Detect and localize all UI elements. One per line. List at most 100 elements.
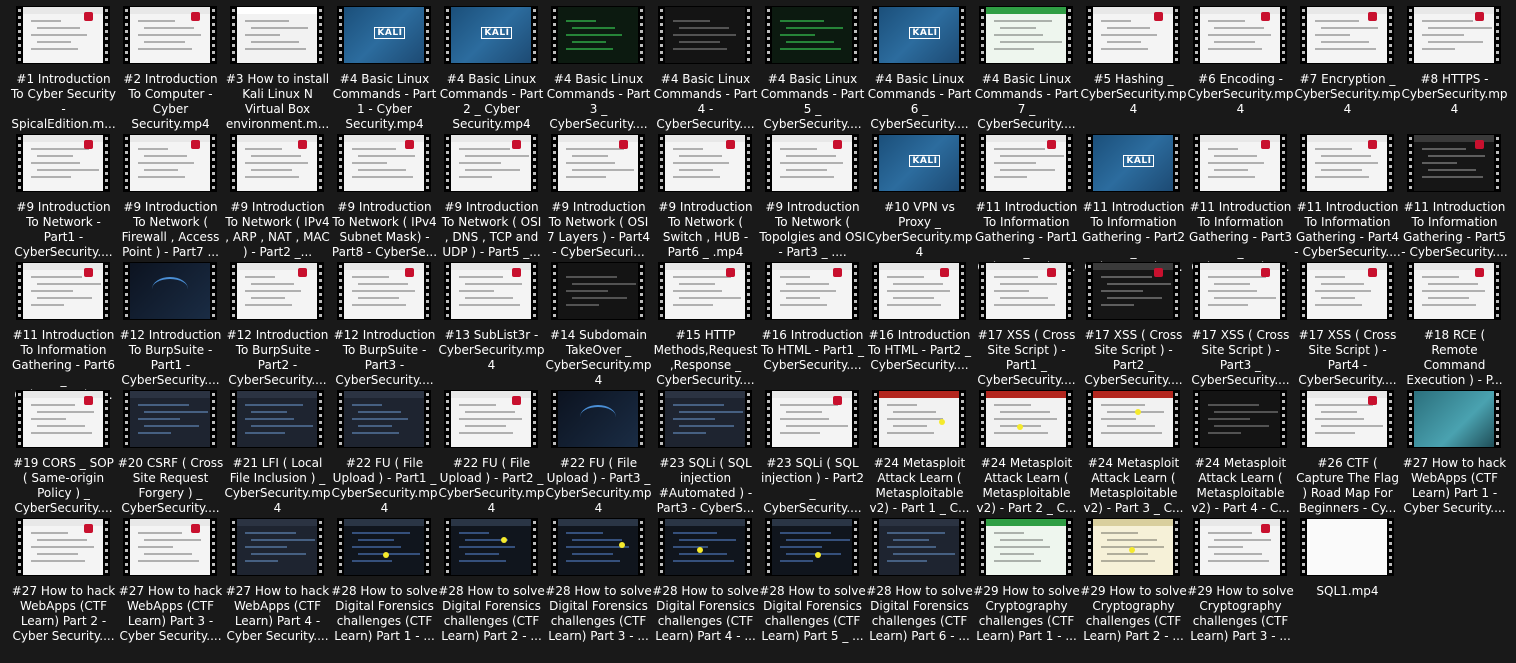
- video-file-item-33[interactable]: #13 SubList3r - CyberSecurity.mp4: [438, 262, 545, 390]
- thumbnail-text-line: [679, 553, 727, 555]
- video-file-item-19[interactable]: #9 Introduction To Network ( OSI , DNS ,…: [438, 134, 545, 262]
- file-name-label: #17 XSS ( Cross Site Script ) - Part2 _ …: [1084, 328, 1183, 387]
- video-file-item-67[interactable]: #29 How to solve Cryptography challenges…: [1080, 518, 1187, 646]
- video-file-item-69[interactable]: SQL1.mp4: [1294, 518, 1401, 646]
- video-file-item-23[interactable]: KALI #10 VPN vs Proxy _ CyberSecurity.mp…: [866, 134, 973, 262]
- video-file-item-61[interactable]: #28 How to solve Digital Forensics chall…: [438, 518, 545, 646]
- video-file-item-18[interactable]: #9 Introduction To Network ( IPv4 Subnet…: [331, 134, 438, 262]
- video-file-item-24[interactable]: #11 Introduction To Information Gatherin…: [973, 134, 1080, 274]
- video-file-item-7[interactable]: #4 Basic Linux Commands - Part 4 - Cyber…: [652, 6, 759, 134]
- video-file-item-46[interactable]: #22 FU ( File Upload ) - Part1 _ CyberSe…: [331, 390, 438, 518]
- video-file-item-12[interactable]: #6 Encoding - CyberSecurity.mp4: [1187, 6, 1294, 134]
- video-file-item-3[interactable]: #3 How to install Kali Linux N Virtual B…: [224, 6, 331, 134]
- video-file-item-9[interactable]: KALI #4 Basic Linux Commands - Part 6 _ …: [866, 6, 973, 134]
- video-file-item-55[interactable]: #26 CTF ( Capture The Flag ) Road Map Fo…: [1294, 390, 1401, 518]
- video-file-item-14[interactable]: #8 HTTPS - CyberSecurity.mp4: [1401, 6, 1508, 134]
- video-file-item-39[interactable]: #17 XSS ( Cross Site Script ) - Part2 _ …: [1080, 262, 1187, 390]
- thumbnail-frame: [130, 519, 210, 575]
- video-file-item-22[interactable]: #9 Introduction To Network ( Topolgies a…: [759, 134, 866, 262]
- video-file-item-52[interactable]: #24 Metasploit Attack Learn ( Metasploit…: [973, 390, 1080, 518]
- thumbnail-text-line: [352, 404, 382, 406]
- video-file-item-49[interactable]: #23 SQLi ( SQL injection #Automated ) - …: [652, 390, 759, 518]
- film-strip-left-icon: [1193, 6, 1200, 64]
- thumbnail-text-line: [786, 155, 836, 157]
- video-file-item-1[interactable]: #1 Introduction To Cyber Security - Spic…: [10, 6, 117, 134]
- thumbnail-text-line: [144, 411, 208, 413]
- video-file-item-47[interactable]: #22 FU ( File Upload ) - Part2 _ CyberSe…: [438, 390, 545, 518]
- video-file-item-68[interactable]: #29 How to solve Cryptography challenges…: [1187, 518, 1294, 646]
- video-file-item-54[interactable]: #24 Metasploit Attack Learn ( Metasploit…: [1187, 390, 1294, 518]
- thumbnail-text-line: [1321, 283, 1364, 285]
- film-strip-right-icon: [852, 134, 859, 192]
- video-file-item-13[interactable]: #7 Encryption _ CyberSecurity.mp4: [1294, 6, 1401, 134]
- video-file-item-50[interactable]: #23 SQLi ( SQL injection ) - Part2 _ Cyb…: [759, 390, 866, 518]
- video-file-item-34[interactable]: #14 Subdomain TakeOver _ CyberSecurity.m…: [545, 262, 652, 390]
- thumbnail-header-bar: [237, 391, 317, 398]
- video-file-item-48[interactable]: #22 FU ( File Upload ) - Part3 _ CyberSe…: [545, 390, 652, 518]
- video-file-item-15[interactable]: #9 Introduction To Network - Part1 - Cyb…: [10, 134, 117, 262]
- video-file-item-11[interactable]: #5 Hashing _ CyberSecurity.mp4: [1080, 6, 1187, 134]
- thumbnail-text-line: [251, 411, 287, 413]
- video-file-item-42[interactable]: #18 RCE ( Remote Command Execution ) - P…: [1401, 262, 1508, 390]
- thumbnail-text-line: [459, 148, 510, 150]
- video-file-item-58[interactable]: #27 How to hack WebApps (CTF Learn) Part…: [117, 518, 224, 646]
- video-file-item-44[interactable]: #20 CSRF ( Cross Site Request Forgery ) …: [117, 390, 224, 518]
- video-file-item-43[interactable]: #19 CORS _ SOP ( Same-origin Policy ) _ …: [10, 390, 117, 518]
- thumbnail-frame: [344, 519, 424, 575]
- video-file-item-5[interactable]: KALI #4 Basic Linux Commands - Part 2 _ …: [438, 6, 545, 134]
- video-file-item-27[interactable]: #11 Introduction To Information Gatherin…: [1294, 134, 1401, 262]
- thumbnail-frame: [1200, 519, 1280, 575]
- video-file-item-64[interactable]: #28 How to solve Digital Forensics chall…: [759, 518, 866, 646]
- film-strip-right-icon: [638, 262, 645, 320]
- video-file-item-63[interactable]: #28 How to solve Digital Forensics chall…: [652, 518, 759, 646]
- thumbnail-text-line: [1101, 532, 1138, 534]
- thumbnail-text-line: [887, 418, 943, 420]
- video-file-item-38[interactable]: #17 XSS ( Cross Site Script ) - Part1 _ …: [973, 262, 1080, 390]
- video-thumbnail: [1193, 518, 1287, 576]
- video-file-item-21[interactable]: #9 Introduction To Network ( Switch , HU…: [652, 134, 759, 262]
- cursor-highlight-icon: [1017, 424, 1023, 430]
- video-file-item-6[interactable]: #4 Basic Linux Commands - Part 3 _ Cyber…: [545, 6, 652, 134]
- video-file-item-51[interactable]: #24 Metasploit Attack Learn ( Metasploit…: [866, 390, 973, 518]
- video-file-item-2[interactable]: #2 Introduction To Computer - Cyber Secu…: [117, 6, 224, 134]
- video-file-item-8[interactable]: #4 Basic Linux Commands - Part 5 _ Cyber…: [759, 6, 866, 134]
- film-strip-left-icon: [16, 6, 23, 64]
- video-file-item-20[interactable]: #9 Introduction To Network ( OSI 7 Layer…: [545, 134, 652, 262]
- video-file-item-35[interactable]: #15 HTTP Methods,Request ,Response _ Cyb…: [652, 262, 759, 390]
- video-file-item-26[interactable]: #11 Introduction To Information Gatherin…: [1187, 134, 1294, 274]
- video-file-item-40[interactable]: #17 XSS ( Cross Site Script ) - Part3 _ …: [1187, 262, 1294, 390]
- video-thumbnail: [658, 262, 752, 320]
- file-name-label: #27 How to hack WebApps (CTF Learn) Part…: [225, 584, 330, 643]
- video-file-item-16[interactable]: #9 Introduction To Network ( Firewall , …: [117, 134, 224, 262]
- film-strip-right-icon: [317, 518, 324, 576]
- video-file-item-59[interactable]: #27 How to hack WebApps (CTF Learn) Part…: [224, 518, 331, 646]
- video-file-item-17[interactable]: #9 Introduction To Network ( IPv4 , ARP …: [224, 134, 331, 262]
- video-file-item-45[interactable]: #21 LFI ( Local File Inclusion ) _ Cyber…: [224, 390, 331, 518]
- video-thumbnail: [230, 6, 324, 64]
- video-file-item-28[interactable]: #11 Introduction To Information Gatherin…: [1401, 134, 1508, 262]
- file-name-label: #2 Introduction To Computer - Cyber Secu…: [123, 72, 218, 131]
- video-file-item-66[interactable]: #29 How to solve Cryptography challenges…: [973, 518, 1080, 646]
- video-file-item-57[interactable]: #27 How to hack WebApps (CTF Learn) Part…: [10, 518, 117, 646]
- video-file-item-30[interactable]: #12 Introduction To BurpSuite - Part1 - …: [117, 262, 224, 390]
- video-file-item-37[interactable]: #16 Introduction To HTML - Part2 _ Cyber…: [866, 262, 973, 390]
- video-file-item-10[interactable]: #4 Basic Linux Commands - Part 7 _ Cyber…: [973, 6, 1080, 134]
- thumbnail-frame: KALI: [879, 135, 959, 191]
- thumbnail-text-line: [566, 48, 613, 50]
- video-file-item-62[interactable]: #28 How to solve Digital Forensics chall…: [545, 518, 652, 646]
- video-file-item-41[interactable]: #17 XSS ( Cross Site Script ) - Part4 - …: [1294, 262, 1401, 390]
- video-file-item-31[interactable]: #12 Introduction To BurpSuite - Part2 - …: [224, 262, 331, 390]
- shield-logo-icon: [833, 268, 842, 277]
- video-file-item-4[interactable]: KALI #4 Basic Linux Commands - Part 1 - …: [331, 6, 438, 134]
- film-strip-left-icon: [872, 262, 879, 320]
- video-thumbnail: [230, 518, 324, 576]
- thumbnail-text-line: [251, 155, 301, 157]
- video-file-item-60[interactable]: #28 How to solve Digital Forensics chall…: [331, 518, 438, 646]
- video-file-item-36[interactable]: #16 Introduction To HTML - Part1 _ Cyber…: [759, 262, 866, 390]
- video-file-item-65[interactable]: #28 How to solve Digital Forensics chall…: [866, 518, 973, 646]
- video-file-item-53[interactable]: #24 Metasploit Attack Learn ( Metasploit…: [1080, 390, 1187, 518]
- video-file-item-56[interactable]: #27 How to hack WebApps (CTF Learn) Part…: [1401, 390, 1508, 518]
- video-file-item-29[interactable]: #11 Introduction To Information Gatherin…: [10, 262, 117, 402]
- video-file-item-25[interactable]: KALI #11 Introduction To Information Gat…: [1080, 134, 1187, 274]
- video-file-item-32[interactable]: #12 Introduction To BurpSuite - Part3 - …: [331, 262, 438, 390]
